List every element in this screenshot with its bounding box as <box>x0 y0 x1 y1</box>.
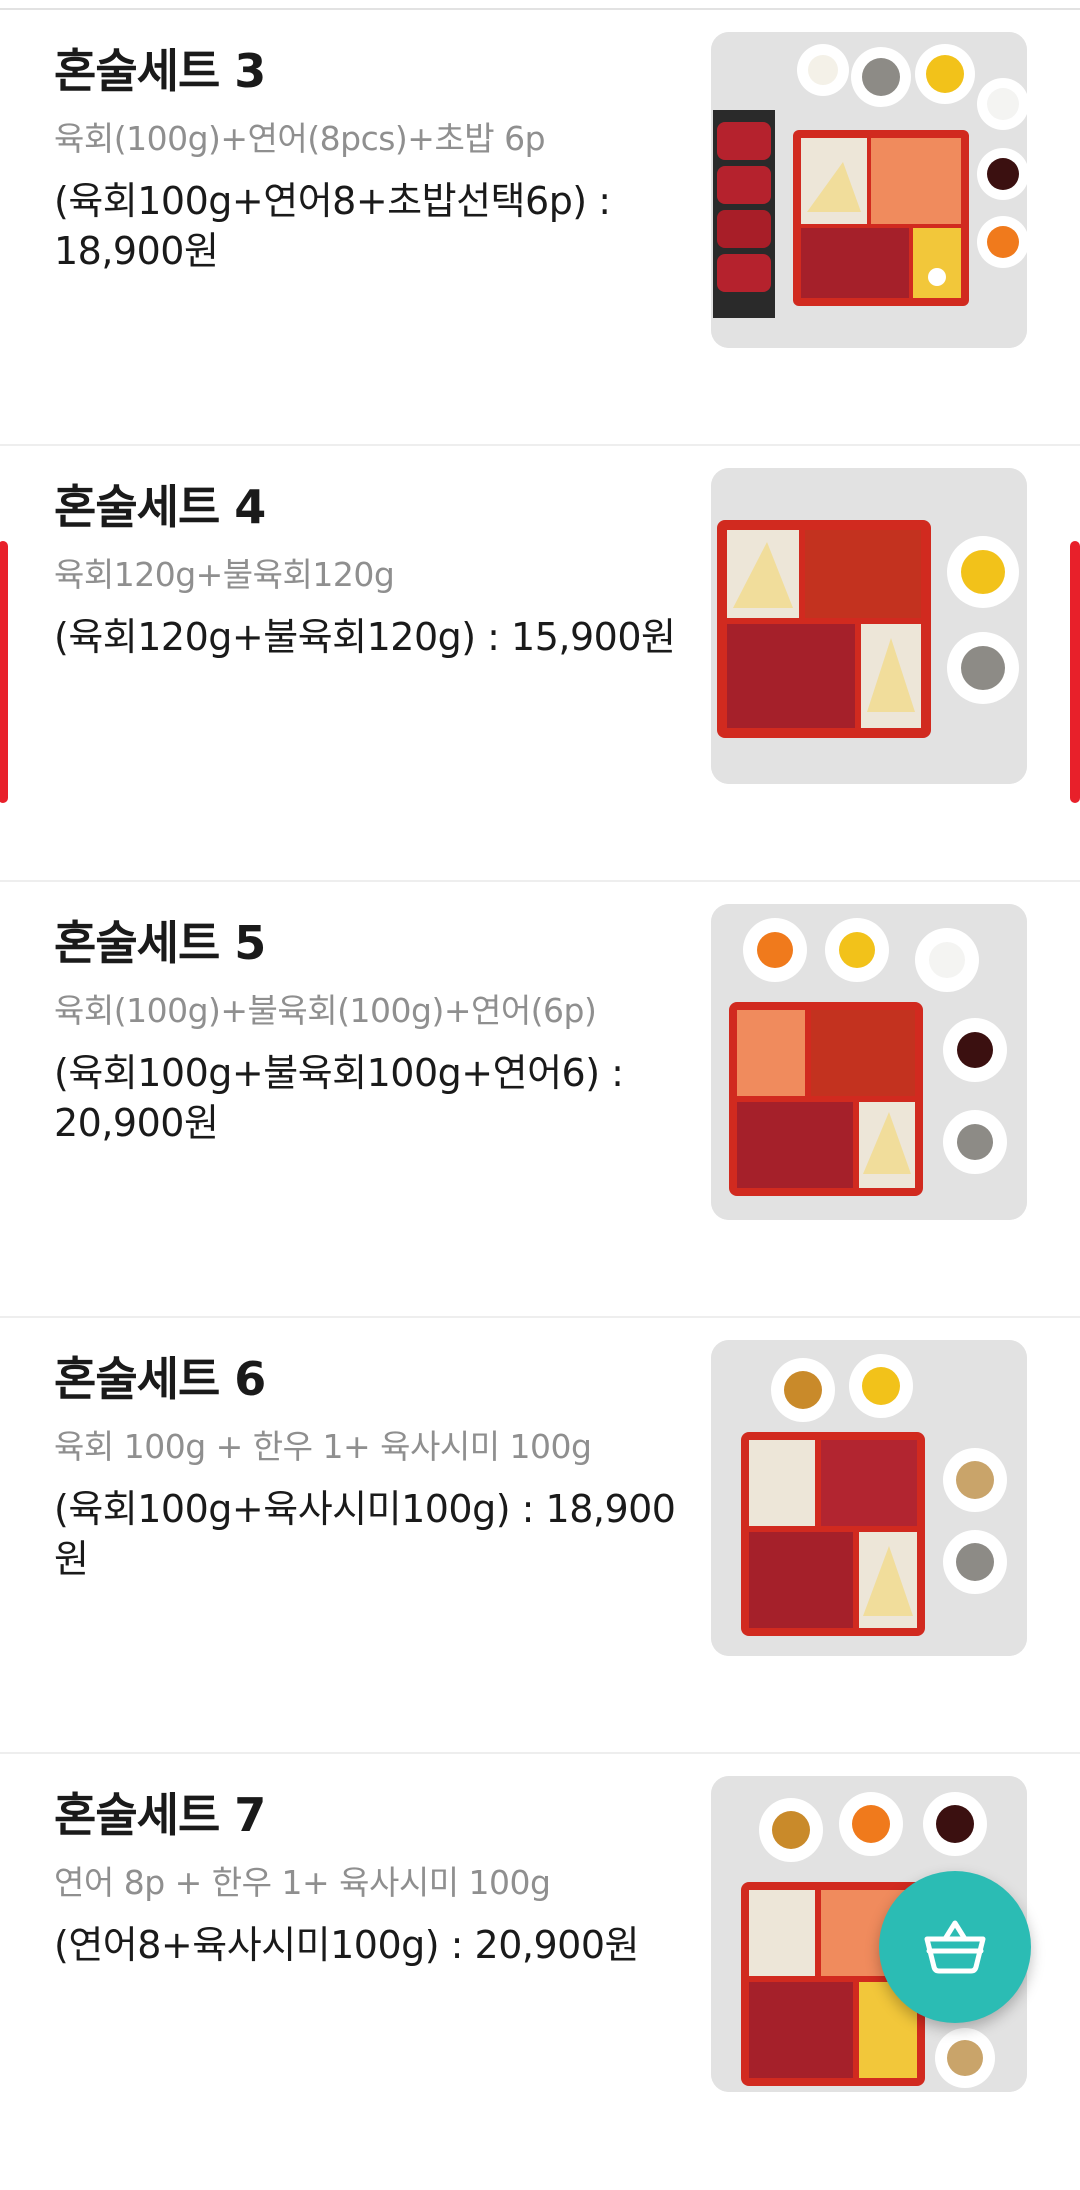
menu-item[interactable]: 혼술세트 3 육회(100g)+연어(8pcs)+초밥 6p (육회100g+연… <box>0 10 1080 446</box>
menu-item-text: 혼술세트 7 연어 8p + 한우 1+ 육사시미 100g (연어8+육사시미… <box>54 1782 694 1970</box>
menu-item-price-line: (육회100g+연어8+초밥선택6p) : <box>54 179 611 223</box>
menu-item[interactable]: 혼술세트 4 육회120g+불육회120g (육회120g+불육회120g) :… <box>0 446 1080 882</box>
basket-icon <box>919 1909 991 1985</box>
menu-item-price: (육회100g+육사시미100g) : 18,900원 <box>54 1484 694 1584</box>
menu-item-text: 혼술세트 4 육회120g+불육회120g (육회120g+불육회120g) :… <box>54 474 694 662</box>
menu-item-description: 육회(100g)+연어(8pcs)+초밥 6p <box>54 119 546 158</box>
menu-item-name: 혼술세트 4 <box>54 480 266 534</box>
menu-item-description: 육회(100g)+불육회(100g)+연어(6p) <box>54 991 597 1030</box>
menu-item-text: 혼술세트 5 육회(100g)+불육회(100g)+연어(6p) (육회100g… <box>54 910 694 1148</box>
menu-item-price-line: (육회100g+육사시미100g) : 18,900원 <box>54 1487 676 1581</box>
menu-item-text: 혼술세트 3 육회(100g)+연어(8pcs)+초밥 6p (육회100g+연… <box>54 38 694 276</box>
menu-item[interactable]: 혼술세트 6 육회 100g + 한우 1+ 육사시미 100g (육회100g… <box>0 1318 1080 1754</box>
menu-item-text: 혼술세트 6 육회 100g + 한우 1+ 육사시미 100g (육회100g… <box>54 1346 694 1584</box>
menu-item-price-line: 20,900원 <box>54 1101 219 1145</box>
menu-item-photo[interactable] <box>711 32 1027 348</box>
menu-item-price-line: (육회120g+불육회120g) : 15,900원 <box>54 615 676 659</box>
cart-button[interactable] <box>879 1871 1031 2023</box>
top-divider <box>0 0 1080 10</box>
menu-item-name: 혼술세트 5 <box>54 916 266 970</box>
menu-item-price-line: (연어8+육사시미100g) : 20,900원 <box>54 1923 639 1967</box>
menu-item-description: 육회120g+불육회120g <box>54 555 395 594</box>
menu-item-price-line: (육회100g+불육회100g+연어6) : <box>54 1051 624 1095</box>
menu-item-price: (육회100g+연어8+초밥선택6p) : 18,900원 <box>54 176 694 276</box>
menu-item[interactable]: 혼술세트 5 육회(100g)+불육회(100g)+연어(6p) (육회100g… <box>0 882 1080 1318</box>
menu-item-name: 혼술세트 3 <box>54 44 266 98</box>
menu-item-price: (연어8+육사시미100g) : 20,900원 <box>54 1920 694 1970</box>
menu-item-photo[interactable] <box>711 1340 1027 1656</box>
menu-item-price: (육회100g+불육회100g+연어6) : 20,900원 <box>54 1048 694 1148</box>
menu-item-name: 혼술세트 6 <box>54 1352 266 1406</box>
menu-list: 혼술세트 3 육회(100g)+연어(8pcs)+초밥 6p (육회100g+연… <box>0 10 1080 2190</box>
menu-item-name: 혼술세트 7 <box>54 1788 266 1842</box>
menu-item-description: 육회 100g + 한우 1+ 육사시미 100g <box>54 1427 592 1466</box>
menu-item-photo[interactable] <box>711 904 1027 1220</box>
menu-item-price: (육회120g+불육회120g) : 15,900원 <box>54 612 694 662</box>
menu-item-description: 연어 8p + 한우 1+ 육사시미 100g <box>54 1863 551 1902</box>
menu-item-photo[interactable] <box>711 468 1027 784</box>
menu-item-price-line: 18,900원 <box>54 229 219 273</box>
